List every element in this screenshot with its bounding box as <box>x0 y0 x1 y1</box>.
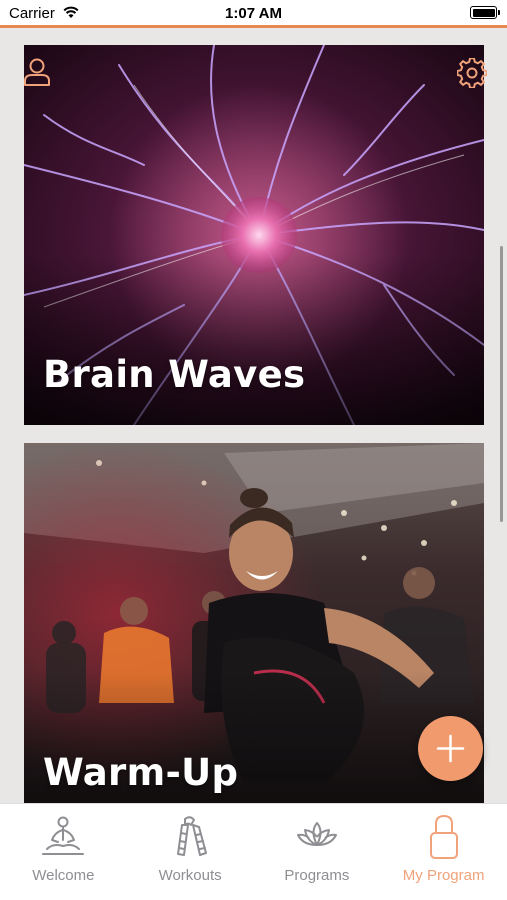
meditation-icon <box>42 816 85 855</box>
battery-icon <box>470 6 500 19</box>
tab-label: My Program <box>402 867 485 884</box>
hand-gripper-icon <box>177 816 208 856</box>
padlock-icon <box>429 815 458 859</box>
card-title: Warm-Up <box>43 751 239 794</box>
tab-bar: Welcome Workouts Programs My Program <box>0 803 507 900</box>
card-title: Brain Waves <box>43 353 306 396</box>
tab-label: Programs <box>284 867 350 884</box>
scrollbar[interactable] <box>500 246 503 522</box>
user-icon[interactable] <box>22 57 52 87</box>
gear-icon[interactable] <box>457 58 487 88</box>
tab-workouts[interactable]: Workouts <box>127 804 254 900</box>
tab-programs[interactable]: Programs <box>254 804 381 900</box>
lotus-icon <box>296 822 337 846</box>
program-list[interactable]: Brain Waves Warm-Up <box>0 28 507 803</box>
program-card-brain-waves[interactable]: Brain Waves <box>24 45 484 425</box>
add-button[interactable] <box>418 716 483 781</box>
status-bar: Carrier 1:07 AM <box>0 0 507 25</box>
program-card-warm-up[interactable]: Warm-Up <box>24 443 484 803</box>
tab-label: Workouts <box>158 867 222 884</box>
group-fitness-class-image <box>24 443 484 803</box>
clock: 1:07 AM <box>225 5 282 22</box>
plus-icon <box>436 734 465 763</box>
tab-welcome[interactable]: Welcome <box>0 804 127 900</box>
tab-label: Welcome <box>32 867 95 884</box>
tab-my-program[interactable]: My Program <box>380 804 507 900</box>
